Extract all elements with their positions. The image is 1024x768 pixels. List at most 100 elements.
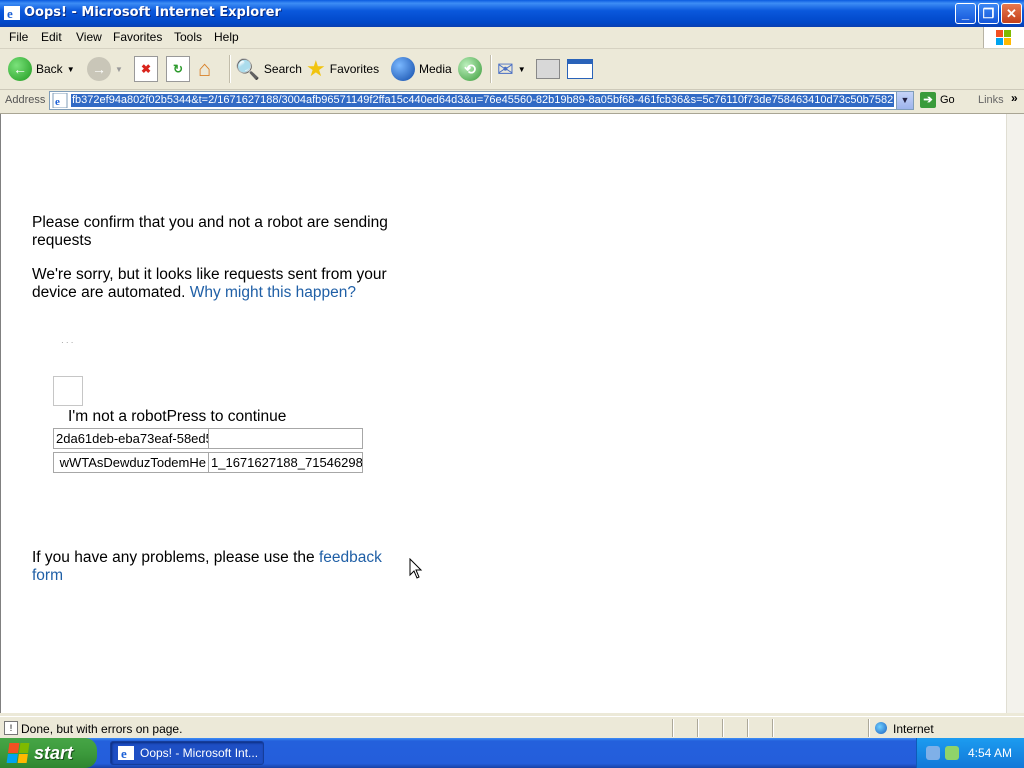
forward-button[interactable]: → ▼ xyxy=(87,55,123,83)
hidden-field-4[interactable]: 1_1671627188_71546298( xyxy=(208,452,363,473)
warning-icon[interactable]: ! xyxy=(4,721,18,735)
menu-tools[interactable]: Tools xyxy=(174,30,202,44)
hidden-field-3-value: wWTAsDewduzTodemHe xyxy=(59,455,206,470)
search-icon: 🔍 xyxy=(235,58,260,81)
menu-bar: File Edit View Favorites Tools Help xyxy=(0,27,1024,49)
forward-dropdown-icon: ▼ xyxy=(115,64,123,74)
back-dropdown-icon[interactable]: ▼ xyxy=(67,65,75,74)
status-divider xyxy=(672,719,674,737)
page-content: Please confirm that you and not a robot … xyxy=(0,114,1006,713)
stop-icon: ✖ xyxy=(134,56,158,82)
print-button[interactable] xyxy=(536,55,560,83)
network-icon[interactable] xyxy=(926,746,940,760)
zone-text: Internet xyxy=(893,722,934,736)
search-button[interactable]: 🔍 Search xyxy=(235,55,302,83)
address-dropdown-icon[interactable]: ▼ xyxy=(896,92,913,109)
internet-zone-icon xyxy=(875,722,887,734)
menu-edit[interactable]: Edit xyxy=(41,30,62,44)
menu-help[interactable]: Help xyxy=(214,30,239,44)
captcha-placeholder: · · · xyxy=(61,338,74,347)
status-text: Done, but with errors on page. xyxy=(21,722,183,736)
apology-text: We're sorry, but it looks like requests … xyxy=(32,266,402,302)
clock: 4:54 AM xyxy=(968,746,1013,760)
go-arrow-icon: ➔ xyxy=(920,92,936,108)
maximize-button[interactable]: ❐ xyxy=(978,3,999,24)
status-divider xyxy=(697,719,699,737)
svg-text:e: e xyxy=(121,746,127,761)
chevron-right-icon[interactable]: » xyxy=(1011,91,1018,105)
favorites-label: Favorites xyxy=(329,62,380,76)
mail-dropdown-icon[interactable]: ▼ xyxy=(518,65,526,74)
links-label[interactable]: Links xyxy=(978,94,1004,106)
robot-checkbox[interactable] xyxy=(53,376,83,406)
vertical-scrollbar[interactable] xyxy=(1006,114,1024,713)
status-divider xyxy=(747,719,749,737)
page-heading: Please confirm that you and not a robot … xyxy=(32,214,388,249)
search-label: Search xyxy=(263,62,302,76)
address-label: Address xyxy=(5,94,46,106)
star-icon: ★ xyxy=(306,56,326,81)
back-arrow-icon: ← xyxy=(8,57,32,81)
menu-view[interactable]: View xyxy=(76,30,102,44)
toolbar-separator xyxy=(490,55,492,83)
svg-text:e: e xyxy=(7,6,13,21)
mail-icon: ✉ xyxy=(497,58,514,81)
edit-button[interactable] xyxy=(567,55,593,83)
favorites-button[interactable]: ★ Favorites xyxy=(306,55,379,83)
refresh-icon: ↻ xyxy=(166,56,190,82)
svg-text:e: e xyxy=(55,96,60,108)
forward-arrow-icon: → xyxy=(87,57,111,81)
windows-flag-icon xyxy=(6,743,30,763)
edit-page-icon xyxy=(567,59,593,79)
stop-button[interactable]: ✖ xyxy=(134,55,158,83)
refresh-button[interactable]: ↻ xyxy=(166,55,190,83)
history-button[interactable]: ⟲ xyxy=(458,55,482,83)
problems-sentence: If you have any problems, please use the xyxy=(32,549,315,566)
taskbar-task-label: Oops! - Microsoft Int... xyxy=(140,746,259,760)
mail-button[interactable]: ✉ ▼ xyxy=(497,55,526,83)
taskbar: start e Oops! - Microsoft Int... 4:54 AM xyxy=(0,738,1024,768)
toolbar: ← Back ▼ → ▼ ✖ ↻ ⌂ 🔍 Search ★ Favorites … xyxy=(0,49,1024,90)
why-link[interactable]: Why might this happen? xyxy=(190,284,356,301)
ie-icon: e xyxy=(4,6,20,21)
history-icon: ⟲ xyxy=(458,57,482,81)
status-bar: ! Done, but with errors on page. Interne… xyxy=(0,716,1024,739)
start-label: start xyxy=(34,742,74,763)
menu-file[interactable]: File xyxy=(9,30,28,44)
status-divider xyxy=(868,719,870,737)
mouse-cursor-icon xyxy=(409,558,423,579)
status-divider xyxy=(772,719,774,737)
page-icon: e xyxy=(52,93,68,108)
window-title: Oops! - Microsoft Internet Explorer xyxy=(24,5,281,20)
address-input[interactable]: e fb372ef94a802f02b5344&t=2/1671627188/3… xyxy=(49,91,914,110)
hidden-field-2[interactable] xyxy=(208,428,363,449)
minimize-button[interactable]: _ xyxy=(955,3,976,24)
ie-icon: e xyxy=(118,746,134,761)
back-button[interactable]: ← Back ▼ xyxy=(8,55,75,83)
volume-icon[interactable] xyxy=(945,746,959,760)
toolbar-separator xyxy=(229,55,231,83)
printer-icon xyxy=(536,59,560,79)
status-divider xyxy=(722,719,724,737)
hidden-field-3[interactable]: wWTAsDewduzTodemHe xyxy=(53,452,209,473)
windows-logo-icon xyxy=(983,27,1024,48)
media-button[interactable]: Media xyxy=(391,55,452,83)
go-button[interactable]: ➔ Go xyxy=(920,92,955,108)
address-bar: Address e fb372ef94a802f02b5344&t=2/1671… xyxy=(0,90,1024,114)
media-label: Media xyxy=(419,62,452,76)
menu-favorites[interactable]: Favorites xyxy=(113,30,162,44)
system-tray: 4:54 AM xyxy=(916,738,1024,768)
problems-text: If you have any problems, please use the… xyxy=(32,549,402,585)
hidden-field-1[interactable]: 2da61deb-eba73eaf-58ed5 xyxy=(53,428,209,449)
taskbar-ie-button[interactable]: e Oops! - Microsoft Int... xyxy=(110,741,264,765)
close-button[interactable]: ✕ xyxy=(1001,3,1022,24)
media-globe-icon xyxy=(391,57,415,81)
home-icon: ⌂ xyxy=(198,56,212,81)
home-button[interactable]: ⌂ xyxy=(198,55,211,83)
address-url: fb372ef94a802f02b5344&t=2/1671627188/300… xyxy=(71,94,895,107)
title-bar: e Oops! - Microsoft Internet Explorer _ … xyxy=(0,0,1024,27)
back-label: Back xyxy=(36,62,63,76)
robot-label: I'm not a robotPress to continue xyxy=(68,408,287,425)
start-button[interactable]: start xyxy=(0,738,97,768)
go-label: Go xyxy=(940,94,955,106)
